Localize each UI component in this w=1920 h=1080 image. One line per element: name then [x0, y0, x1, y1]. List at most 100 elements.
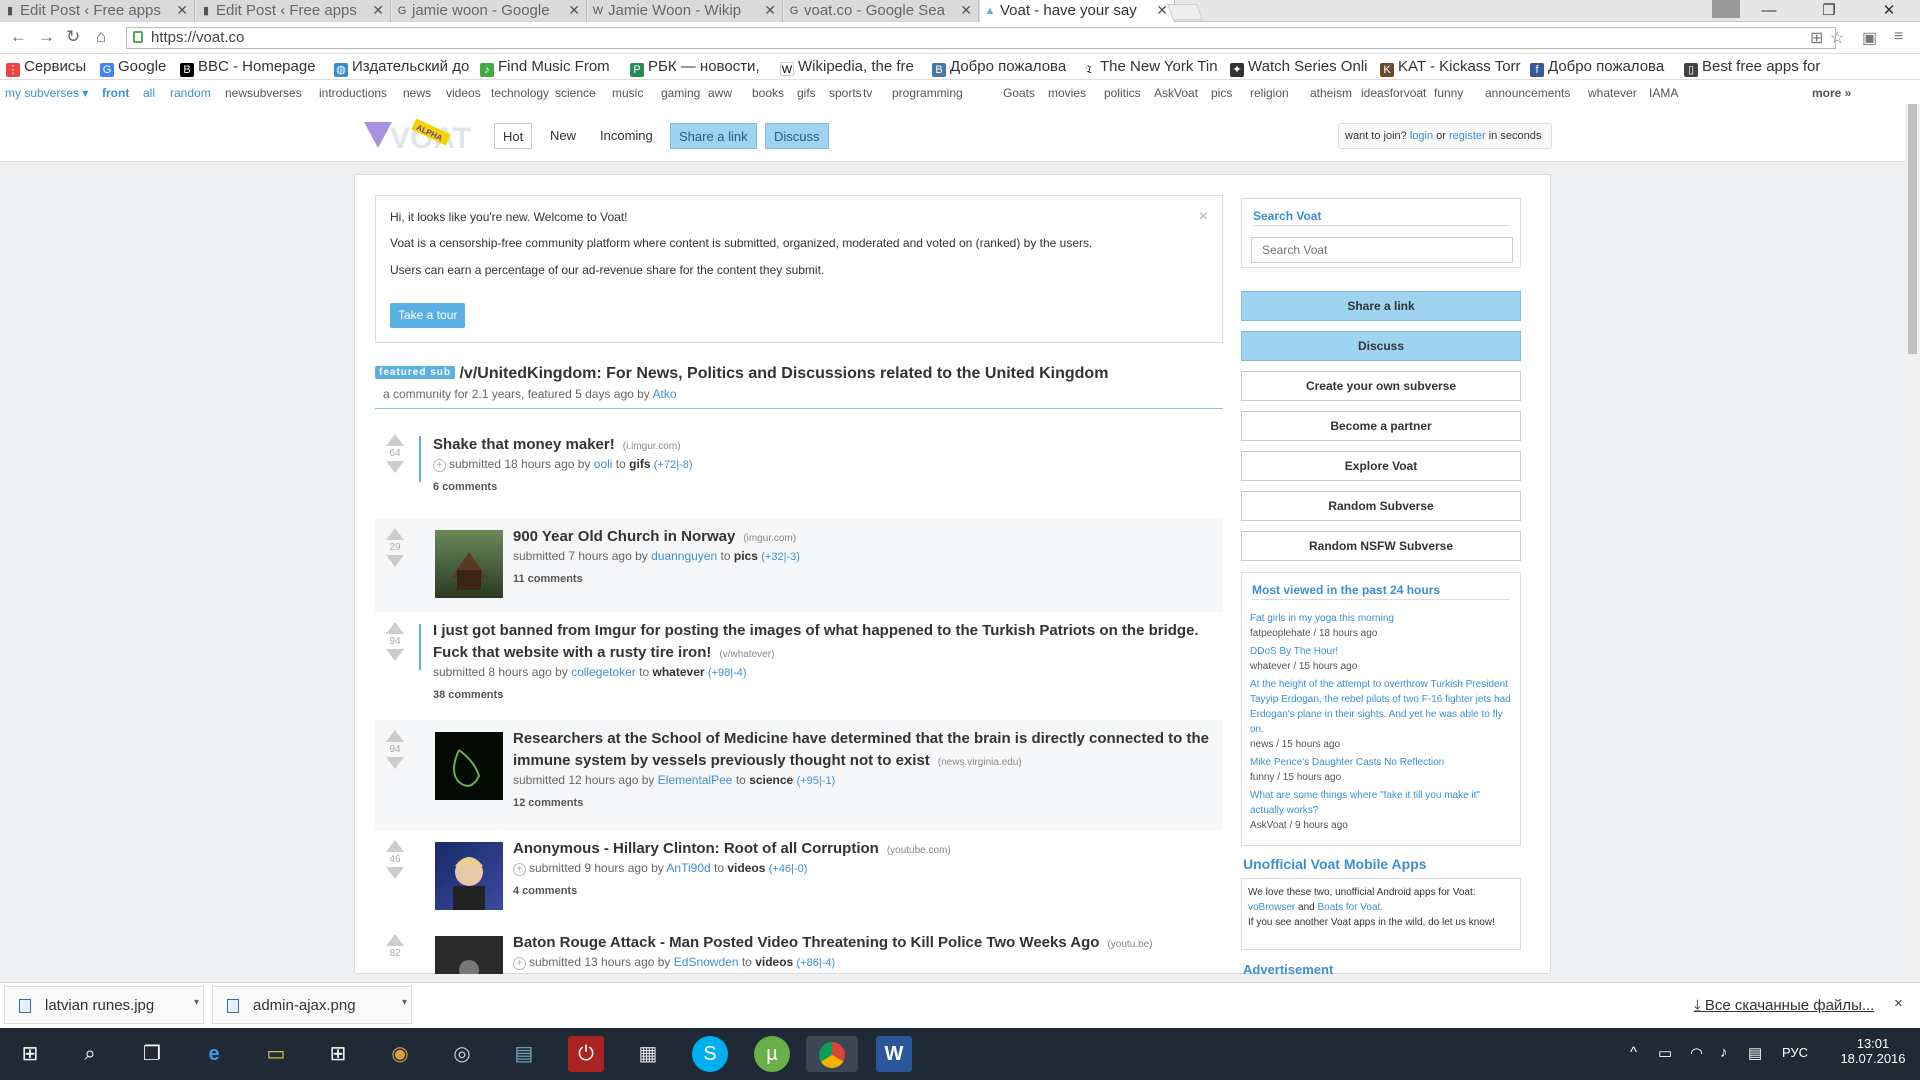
close-tab-icon[interactable]: ✕	[960, 2, 972, 19]
subverse-link[interactable]: music	[612, 86, 643, 100]
subverse-link[interactable]: aww	[708, 86, 732, 100]
hot-tab[interactable]: Hot	[494, 123, 533, 149]
bookmark-item[interactable]: ✦ Watch Series Onli	[1230, 58, 1367, 77]
discuss-button[interactable]: Discuss	[765, 123, 829, 149]
downvote-icon[interactable]	[386, 867, 404, 879]
featured-sub-title[interactable]: /v/UnitedKingdom: For News, Politics and…	[459, 365, 1108, 382]
subverse-link[interactable]: gifs	[797, 86, 816, 100]
vobrowser-link[interactable]: voBrowser	[1248, 902, 1295, 913]
browser-tab[interactable]: Gjamie woon - Google ✕	[392, 0, 587, 22]
bookmark-item[interactable]: 𝔗 The New York Tin	[1082, 58, 1218, 77]
subverse-link[interactable]: AskVoat	[1154, 86, 1198, 100]
subverse-link[interactable]: tv	[863, 86, 872, 100]
bookmark-item[interactable]: B BBC - Homepage	[180, 58, 316, 77]
page-scrollbar[interactable]	[1905, 104, 1920, 982]
word-icon[interactable]: W	[876, 1036, 912, 1072]
bookmark-item[interactable]: ♪ Find Music From	[480, 58, 610, 77]
upvote-icon[interactable]	[386, 528, 404, 540]
subverse-link[interactable]: religion	[1250, 86, 1289, 100]
back-icon[interactable]: ←	[10, 27, 27, 47]
expand-icon[interactable]: +	[433, 459, 446, 472]
chevron-down-icon[interactable]: ▾	[194, 997, 199, 1008]
subverse-link[interactable]: introductions	[319, 86, 387, 100]
post-title[interactable]: Researchers at the School of Medicine ha…	[513, 730, 1209, 769]
subverse-link[interactable]: politics	[1104, 86, 1141, 100]
post-sub-link[interactable]: gifs	[629, 457, 650, 471]
explore-voat-button[interactable]: Explore Voat	[1241, 451, 1521, 481]
clock[interactable]: 13:01 18.07.2016	[1838, 1036, 1908, 1066]
post-title[interactable]: Shake that money maker!	[433, 436, 615, 453]
all-downloads-link[interactable]: ⤓ Все скачанные файлы...	[1694, 997, 1874, 1014]
post-domain[interactable]: (i.imgur.com)	[623, 441, 681, 452]
downvote-icon[interactable]	[386, 757, 404, 769]
upvote-icon[interactable]	[386, 730, 404, 742]
post-thumbnail[interactable]	[435, 530, 503, 598]
close-tab-icon[interactable]: ✕	[176, 2, 188, 19]
bookmark-item[interactable]: W Wikipedia, the fre	[780, 58, 914, 76]
utorrent-icon[interactable]: µ	[754, 1036, 790, 1072]
search-icon[interactable]: ⌕	[72, 1036, 108, 1072]
most-viewed-link[interactable]: DDoS By The Hour!	[1250, 646, 1338, 657]
media-icon[interactable]: ◉	[382, 1036, 418, 1072]
translate-icon[interactable]: ⊞	[1810, 28, 1823, 48]
subverse-link[interactable]: atheism	[1310, 86, 1352, 100]
subverse-link[interactable]: programming	[892, 86, 963, 100]
bookmark-item[interactable]: Р РБК — новости,	[630, 58, 760, 77]
minimize-icon[interactable]: —	[1746, 0, 1792, 22]
most-viewed-link[interactable]: What are some things where "fake it till…	[1250, 790, 1480, 816]
upvote-icon[interactable]	[386, 434, 404, 446]
post-title[interactable]: I just got banned from Imgur for posting…	[433, 622, 1199, 661]
edge-icon[interactable]: e	[196, 1036, 232, 1072]
subverse-link[interactable]: books	[752, 86, 784, 100]
subverse-link[interactable]: random	[170, 86, 211, 100]
bookmark-item[interactable]: ▯ Best free apps for	[1684, 58, 1820, 77]
close-tab-icon[interactable]: ✕	[568, 2, 580, 19]
player-icon[interactable]: ◎	[444, 1036, 480, 1072]
subverse-link[interactable]: announcements	[1485, 86, 1570, 100]
subverse-link[interactable]: pics	[1211, 86, 1232, 100]
download-item[interactable]: admin-ajax.png ▾	[212, 986, 412, 1024]
post-title[interactable]: Baton Rouge Attack - Man Posted Video Th…	[513, 934, 1099, 951]
comments-link[interactable]: 6 comments	[433, 481, 497, 493]
close-tab-icon[interactable]: ✕	[372, 2, 384, 19]
random-nsfw-subverse-button[interactable]: Random NSFW Subverse	[1241, 531, 1521, 561]
subverse-link[interactable]: gaming	[661, 86, 700, 100]
downvote-icon[interactable]	[386, 649, 404, 661]
comments-link[interactable]: 12 comments	[513, 797, 583, 809]
notifications-icon[interactable]: ▤	[1748, 1044, 1762, 1062]
post-domain[interactable]: (v/whatever)	[719, 649, 774, 660]
my-subverses-dropdown[interactable]: my subverses ▾	[5, 86, 88, 100]
subverse-link[interactable]: all	[143, 86, 155, 100]
post-domain[interactable]: (news.virginia.edu)	[938, 757, 1022, 768]
post-user-link[interactable]: EdSnowden	[674, 955, 739, 969]
reload-icon[interactable]: ↻	[66, 27, 80, 47]
voat-logo[interactable]: VOAT ALPHA	[364, 118, 480, 155]
battery-icon[interactable]: ▭	[1658, 1044, 1672, 1062]
file-explorer-icon[interactable]: ▭	[258, 1036, 294, 1072]
subverse-link[interactable]: ideasforvoat	[1361, 86, 1426, 100]
subverse-link[interactable]: technology	[491, 86, 549, 100]
home-icon[interactable]: ⌂	[96, 27, 106, 47]
forward-icon[interactable]: →	[38, 27, 55, 47]
app-icon[interactable]: ▦	[630, 1036, 666, 1072]
bookmark-item[interactable]: ⋮ Сервисы	[6, 58, 86, 77]
downvote-icon[interactable]	[386, 555, 404, 567]
store-icon[interactable]: ⊞	[320, 1036, 356, 1072]
subverse-link[interactable]: Goats	[1003, 86, 1035, 100]
address-bar[interactable]: https://voat.co	[126, 27, 1836, 49]
bookmark-item[interactable]: В Добро пожалова	[932, 58, 1066, 77]
bookmark-item[interactable]: f Добро пожалова	[1530, 58, 1664, 77]
browser-tab[interactable]: ▮ Edit Post ‹ Free apps ✕	[196, 0, 391, 22]
menu-icon[interactable]: ≡	[1894, 28, 1903, 46]
bookmark-item[interactable]: K KAT - Kickass Torr	[1380, 58, 1521, 77]
volume-icon[interactable]: ♪	[1720, 1044, 1728, 1061]
task-view-icon[interactable]: ❐	[134, 1036, 170, 1072]
post-user-link[interactable]: ElementalPee	[658, 773, 733, 787]
close-tab-icon[interactable]: ✕	[764, 2, 776, 19]
windows-start-icon[interactable]: ⊞	[12, 1036, 48, 1072]
restore-icon[interactable]: ❐	[1806, 0, 1852, 22]
login-link[interactable]: login	[1410, 130, 1433, 142]
star-icon[interactable]: ☆	[1830, 28, 1844, 48]
subverse-link[interactable]: science	[555, 86, 596, 100]
become-partner-button[interactable]: Become a partner	[1241, 411, 1521, 441]
